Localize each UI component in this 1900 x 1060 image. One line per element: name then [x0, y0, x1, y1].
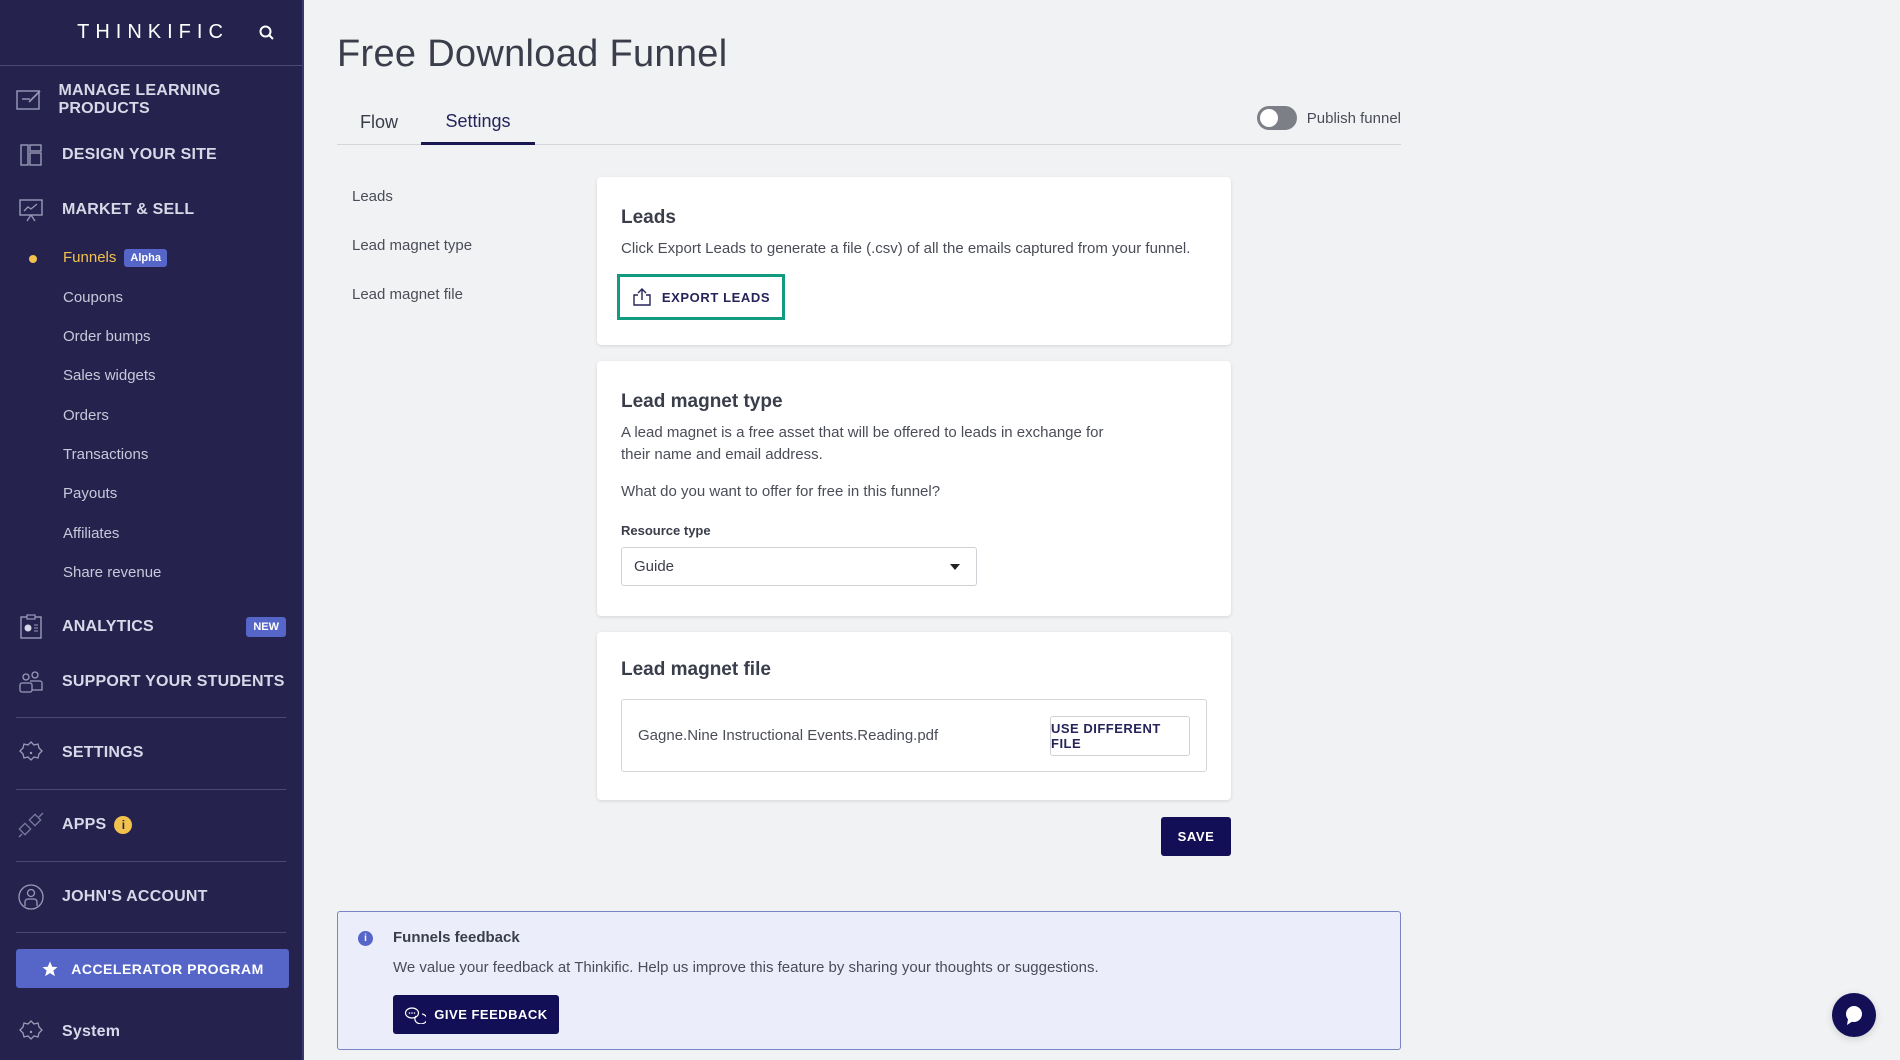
export-leads-label: EXPORT LEADS — [661, 289, 771, 305]
sidebar-item-system[interactable]: System — [16, 1012, 286, 1052]
sidebar-item-label: APPS — [62, 816, 107, 833]
sidebar-item-label: MANAGE LEARNING PRODUCTS — [58, 82, 221, 117]
gear-icon — [16, 1017, 46, 1047]
sidebar-item-label: JOHN'S ACCOUNT — [62, 888, 208, 905]
sidebar-header: THINKIFIC — [0, 0, 302, 66]
leads-card: Leads Click Export Leads to generate a f… — [597, 177, 1231, 345]
sidebar-subitem-sales-widgets[interactable]: Sales widgets — [63, 367, 156, 384]
sidebar-item-manage-learning-products[interactable]: MANAGE LEARNING PRODUCTS — [16, 80, 286, 120]
sidebar-subitem-label: Funnels — [63, 249, 117, 266]
lead-magnet-question: What do you want to offer for free in th… — [621, 483, 941, 500]
lead-magnet-type-description-2: their name and email address. — [621, 446, 823, 463]
section-link-lead-magnet-file[interactable]: Lead magnet file — [352, 286, 463, 303]
page-title: Free Download Funnel — [337, 33, 728, 75]
gear-icon — [16, 738, 46, 768]
active-indicator-dot — [29, 255, 37, 263]
sidebar-subitem-funnels[interactable]: Funnels Alpha — [63, 249, 167, 267]
sidebar-item-settings[interactable]: SETTINGS — [16, 733, 286, 773]
lead-magnet-type-title: Lead magnet type — [621, 391, 783, 412]
accelerator-program-label: ACCELERATOR PROGRAM — [71, 960, 264, 977]
lead-magnet-file-card: Lead magnet file Gagne.Nine Instructiona… — [597, 632, 1231, 800]
sidebar-divider — [16, 789, 286, 790]
lead-magnet-type-card: Lead magnet type A lead magnet is a free… — [597, 361, 1231, 616]
plug-icon — [16, 810, 46, 840]
sidebar-subitem-coupons[interactable]: Coupons — [63, 289, 123, 306]
info-icon: i — [114, 816, 133, 834]
publish-funnel-label: Publish funnel — [1306, 109, 1401, 127]
sidebar-subitem-transactions[interactable]: Transactions — [63, 446, 148, 463]
lead-magnet-file-title: Lead magnet file — [621, 659, 771, 680]
sidebar-subitem-share-revenue[interactable]: Share revenue — [63, 564, 161, 581]
new-badge: NEW — [246, 617, 286, 637]
upload-icon — [633, 288, 651, 306]
file-box: Gagne.Nine Instructional Events.Reading.… — [621, 699, 1207, 772]
feedback-title: Funnels feedback — [393, 929, 520, 946]
info-icon: i — [358, 931, 373, 946]
use-different-file-button[interactable]: USE DIFFERENT FILE — [1050, 716, 1190, 756]
user-circle-icon — [16, 882, 46, 912]
search-icon[interactable] — [258, 24, 276, 42]
chat-icon — [1846, 1006, 1862, 1025]
lead-magnet-type-description: A lead magnet is a free asset that will … — [621, 424, 1104, 441]
sidebar-item-label: SUPPORT YOUR STUDENTS — [62, 673, 285, 690]
sidebar-subitem-affiliates[interactable]: Affiliates — [63, 525, 119, 542]
clipboard-chart-icon — [16, 612, 46, 642]
accelerator-program-button[interactable]: ACCELERATOR PROGRAM — [16, 949, 289, 988]
save-button[interactable]: SAVE — [1161, 817, 1231, 856]
sidebar-divider — [16, 861, 286, 862]
section-link-leads[interactable]: Leads — [352, 188, 393, 205]
publish-funnel-control: Publish funnel — [1256, 106, 1401, 130]
sidebar-item-label: DESIGN YOUR SITE — [62, 146, 217, 163]
sidebar-subitem-payouts[interactable]: Payouts — [63, 485, 117, 502]
sidebar-divider — [16, 932, 286, 933]
tab-flow[interactable]: Flow — [337, 100, 421, 145]
resource-type-value: Guide — [634, 558, 675, 575]
thinkific-logo[interactable]: THINKIFIC — [77, 21, 229, 44]
star-icon — [42, 961, 58, 976]
sidebar-item-label: ANALYTICS — [62, 618, 154, 635]
sidebar-subitem-orders[interactable]: Orders — [63, 407, 109, 424]
tab-bar: Flow Settings Publish funnel — [337, 100, 1401, 145]
toggle-knob — [1259, 109, 1278, 127]
presentation-chart-icon — [16, 195, 46, 225]
resource-type-label: Resource type — [621, 523, 711, 538]
sidebar-item-apps[interactable]: APPS i — [16, 805, 286, 845]
leads-card-description: Click Export Leads to generate a file (.… — [621, 240, 1191, 257]
edit-board-icon — [16, 85, 42, 115]
section-link-lead-magnet-type[interactable]: Lead magnet type — [352, 237, 472, 254]
resource-type-select[interactable]: Guide — [621, 547, 977, 586]
layout-icon — [16, 140, 46, 170]
sidebar-divider — [16, 717, 286, 718]
export-leads-button[interactable]: EXPORT LEADS — [617, 274, 785, 320]
alpha-badge: Alpha — [124, 249, 167, 267]
sidebar-item-label: System — [62, 1023, 121, 1040]
sidebar: THINKIFIC MANAGE LEARNING PRODUCTS DESIG… — [0, 0, 304, 1060]
sidebar-item-label: SETTINGS — [62, 744, 144, 761]
tab-settings[interactable]: Settings — [421, 100, 535, 145]
people-icon — [16, 667, 46, 697]
sidebar-item-label: MARKET & SELL — [62, 201, 195, 218]
file-name: Gagne.Nine Instructional Events.Reading.… — [638, 727, 939, 744]
publish-funnel-toggle[interactable] — [1256, 106, 1297, 130]
give-feedback-button[interactable]: GIVE FEEDBACK — [393, 995, 559, 1034]
funnels-feedback-banner: i Funnels feedback We value your feedbac… — [337, 911, 1401, 1050]
leads-card-title: Leads — [621, 207, 676, 228]
sidebar-subitem-order-bumps[interactable]: Order bumps — [63, 328, 151, 345]
sidebar-item-support-your-students[interactable]: SUPPORT YOUR STUDENTS — [16, 662, 286, 702]
feedback-text: We value your feedback at Thinkific. Hel… — [393, 959, 1099, 976]
give-feedback-label: GIVE FEEDBACK — [434, 1007, 548, 1022]
chat-bubbles-icon — [405, 1006, 427, 1024]
sidebar-item-design-your-site[interactable]: DESIGN YOUR SITE — [16, 135, 286, 175]
sidebar-item-analytics[interactable]: ANALYTICS NEW — [16, 607, 286, 647]
chat-support-button[interactable] — [1832, 993, 1876, 1037]
caret-down-icon — [950, 564, 960, 570]
sidebar-item-johns-account[interactable]: JOHN'S ACCOUNT — [16, 877, 286, 917]
sidebar-item-market-sell[interactable]: MARKET & SELL — [16, 190, 286, 230]
